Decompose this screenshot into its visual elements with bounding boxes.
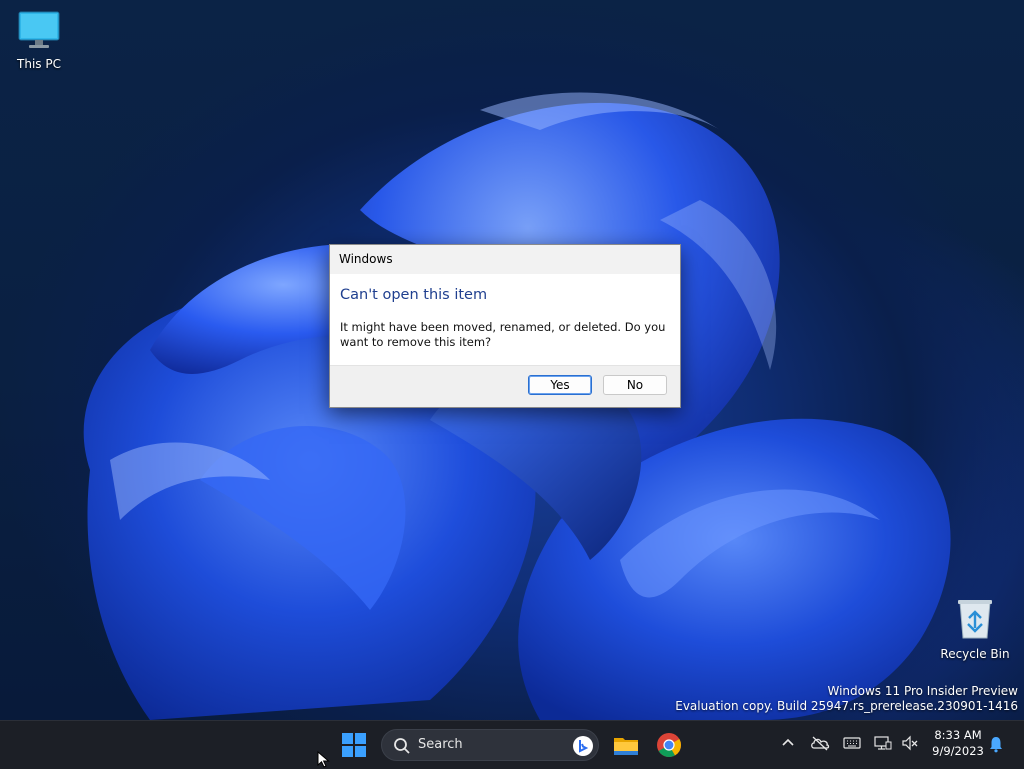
bing-chat-icon[interactable] [572,735,594,757]
taskbar: Search 8:33 AM 9/9/2023 [0,720,1024,769]
onedrive-offline-icon[interactable] [810,735,830,751]
taskbar-clock[interactable]: 8:33 AM 9/9/2023 [926,727,990,759]
clock-time: 8:33 AM [934,728,982,742]
watermark-line-edition: Windows 11 Pro Insider Preview [827,684,1018,698]
dialog-message: It might have been moved, renamed, or de… [340,320,666,349]
volume-muted-icon[interactable] [901,735,919,751]
notification-bell-icon[interactable] [988,735,1004,753]
cant-open-item-dialog: Windows Can't open this item It might ha… [329,244,681,408]
desktop-icon-label: This PC [17,57,61,71]
desktop-icon-this-pc[interactable]: This PC [4,10,74,71]
dialog-titlebar[interactable]: Windows [330,245,680,274]
search-icon [394,738,410,754]
file-explorer-icon[interactable] [612,731,640,759]
evaluation-watermark: Windows 11 Pro Insider Preview Evaluatio… [675,684,1018,714]
monitor-icon [18,11,60,48]
keyboard-icon[interactable] [843,735,861,751]
clock-date: 9/9/2023 [932,744,984,758]
watermark-line-build: Evaluation copy. Build 25947.rs_prerelea… [675,699,1018,713]
desktop-icon-recycle-bin[interactable]: Recycle Bin [940,598,1010,661]
search-placeholder: Search [418,737,463,752]
network-icon[interactable] [874,735,892,751]
recycle-bin-icon [958,600,992,639]
dialog-footer: Yes No [330,365,680,407]
windows-start-icon[interactable] [340,731,368,759]
yes-button[interactable]: Yes [528,375,592,395]
chrome-icon[interactable] [655,731,683,759]
taskbar-search-box[interactable]: Search [381,729,599,761]
no-button[interactable]: No [603,375,667,395]
chevron-up-icon[interactable] [780,735,796,751]
mouse-cursor-icon [317,751,330,768]
desktop-icon-label: Recycle Bin [940,647,1010,661]
dialog-heading: Can't open this item [340,287,488,303]
